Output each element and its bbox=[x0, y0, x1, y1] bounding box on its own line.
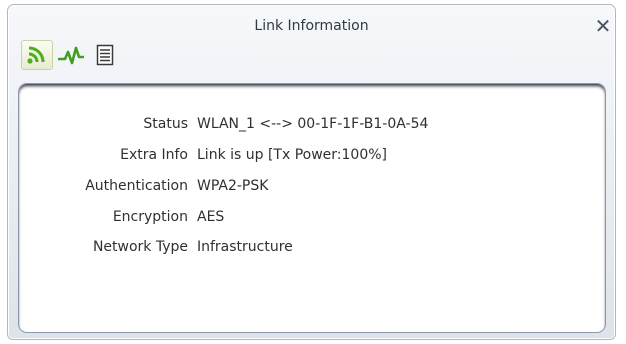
authentication-label: Authentication bbox=[85, 178, 188, 194]
details-tab[interactable] bbox=[89, 40, 121, 70]
network-type-label: Network Type bbox=[92, 239, 188, 255]
link-status-tab[interactable] bbox=[21, 40, 53, 70]
authentication-value: WPA2-PSK bbox=[197, 178, 269, 194]
signal-icon bbox=[27, 46, 45, 64]
activity-icon bbox=[58, 46, 84, 65]
encryption-label: Encryption bbox=[112, 209, 188, 225]
extra-info-label: Extra Info bbox=[120, 147, 188, 163]
network-type-value: Infrastructure bbox=[197, 239, 293, 255]
status-value: WLAN_1 <--> 00-1F-1F-B1-0A-54 bbox=[197, 116, 429, 132]
window-title: Link Information bbox=[254, 18, 369, 34]
statistics-tab[interactable] bbox=[55, 40, 87, 70]
status-label: Status bbox=[143, 116, 188, 132]
document-icon bbox=[96, 44, 114, 66]
extra-info-value: Link is up [Tx Power:100%] bbox=[197, 147, 387, 163]
info-panel: Status WLAN_1 <--> 00-1F-1F-B1-0A-54 Ext… bbox=[18, 83, 606, 333]
encryption-value: AES bbox=[197, 209, 225, 225]
close-icon[interactable]: ✕ bbox=[594, 16, 612, 36]
link-information-window: Link Information ✕ Status WLAN_1 <--> 00… bbox=[7, 4, 616, 340]
